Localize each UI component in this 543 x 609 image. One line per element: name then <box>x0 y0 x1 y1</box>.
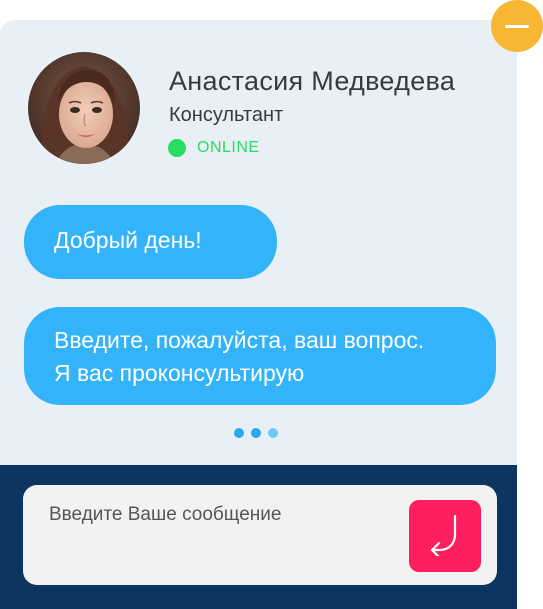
minimize-button[interactable] <box>491 0 543 52</box>
send-button[interactable] <box>409 500 481 572</box>
agent-role: Консультант <box>169 104 284 126</box>
typing-dot <box>251 428 261 438</box>
message-line: Я вас проконсультирую <box>54 360 305 386</box>
status-label: ONLINE <box>197 139 260 156</box>
agent-name: Анастасия Медведева <box>169 66 456 96</box>
typing-dot <box>234 428 244 438</box>
message-input[interactable] <box>49 501 389 529</box>
message-bubble: Введите, пожалуйста, ваш вопрос. Я вас п… <box>24 307 496 405</box>
agent-status: ONLINE <box>168 139 260 157</box>
typing-indicator <box>234 428 285 438</box>
online-dot-icon <box>168 139 186 157</box>
message-line: Добрый день! <box>54 227 202 253</box>
chat-widget: Анастасия Медведева Консультант ONLINE Д… <box>0 20 517 609</box>
minimize-icon <box>505 24 529 28</box>
message-bubble: Добрый день! <box>24 205 277 279</box>
agent-avatar <box>28 52 140 164</box>
composer-bar <box>0 465 517 609</box>
composer-box <box>23 485 497 585</box>
return-arrow-icon <box>427 512 463 561</box>
message-line: Введите, пожалуйста, ваш вопрос. <box>54 327 425 353</box>
typing-dot <box>268 428 278 438</box>
